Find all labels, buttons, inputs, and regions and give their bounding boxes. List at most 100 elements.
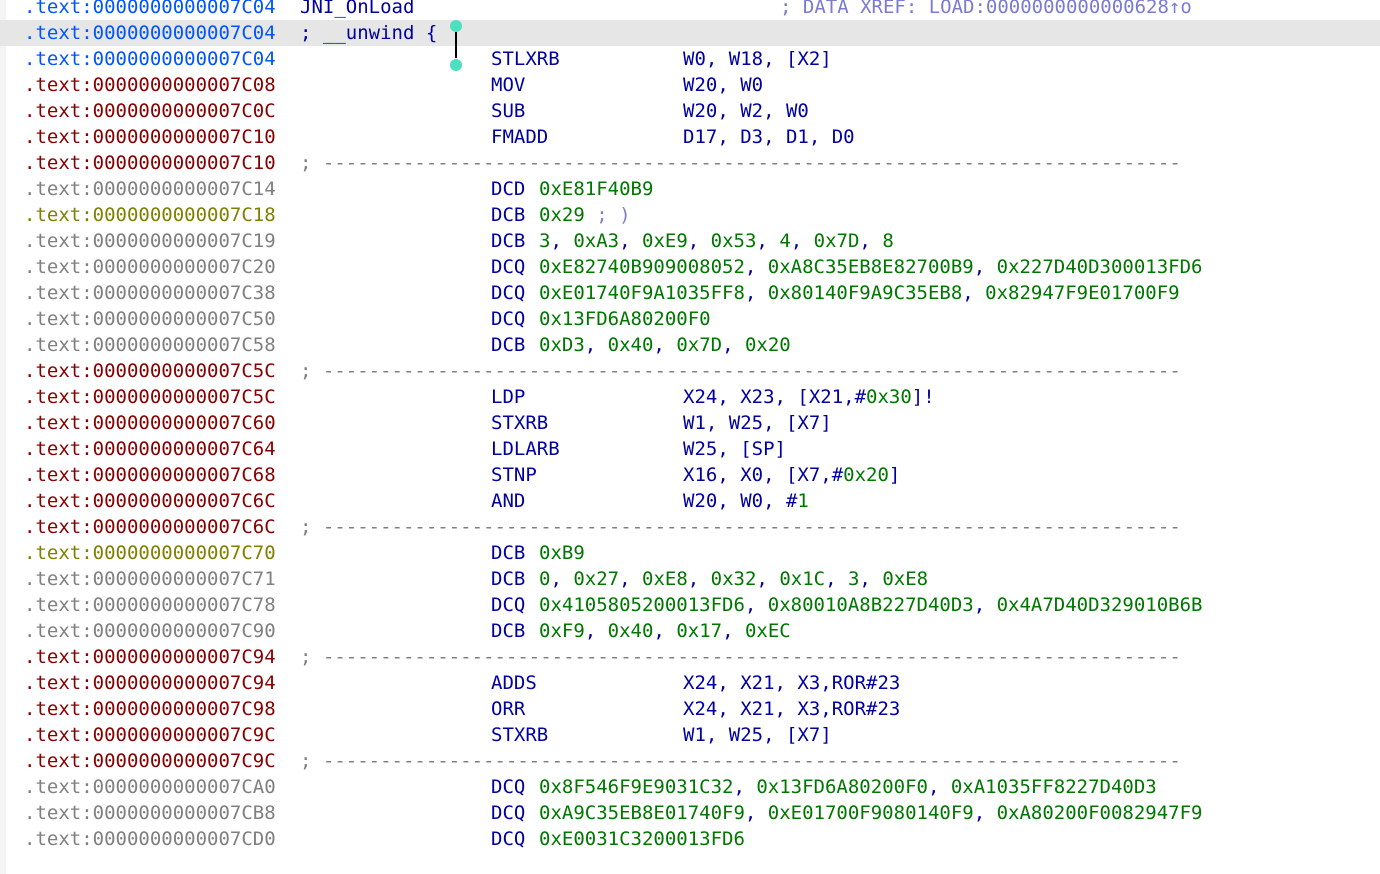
line-address[interactable]: .text:0000000000007C0C: [24, 98, 276, 124]
instruction-mnemonic[interactable]: STLXRB: [491, 46, 560, 72]
listing-line[interactable]: .text:0000000000007C60 STXRB W1, W25, [X7]: [0, 410, 1380, 436]
line-address[interactable]: .text:0000000000007C71: [24, 566, 276, 592]
listing-line[interactable]: .text:0000000000007C58 DCB 0xD3, 0x40, 0x7…: [0, 332, 1380, 358]
data-values[interactable]: 0x8F546F9E9031C32, 0x13FD6A80200F0, 0xA1…: [539, 774, 1157, 800]
listing-line[interactable]: .text:0000000000007C6C ; ----------------…: [0, 514, 1380, 540]
data-values[interactable]: 0x13FD6A80200F0: [539, 306, 711, 332]
line-address[interactable]: .text:0000000000007C78: [24, 592, 276, 618]
line-address[interactable]: .text:0000000000007C6C: [24, 514, 276, 540]
instruction-operands[interactable]: W20, W0, #1: [683, 488, 809, 514]
listing-line[interactable]: .text:0000000000007C78 DCQ 0x4105805200013…: [0, 592, 1380, 618]
line-address[interactable]: .text:0000000000007C98: [24, 696, 276, 722]
data-values[interactable]: 0xE82740B909008052, 0xA8C35EB8E82700B9, …: [539, 254, 1203, 280]
instruction-operands[interactable]: X24, X21, X3,ROR#23: [683, 670, 900, 696]
data-directive[interactable]: DCQ: [491, 826, 525, 852]
data-directive[interactable]: DCB: [491, 566, 525, 592]
listing-line[interactable]: .text:0000000000007C94 ADDS X24, X21, X3,R…: [0, 670, 1380, 696]
data-directive[interactable]: DCQ: [491, 306, 525, 332]
listing-line[interactable]: .text:0000000000007C9C STXRB W1, W25, [X7]: [0, 722, 1380, 748]
line-address[interactable]: .text:0000000000007C60: [24, 410, 276, 436]
line-address[interactable]: .text:0000000000007C94: [24, 644, 276, 670]
cursor-handle-top[interactable]: [450, 20, 462, 32]
instruction-operands[interactable]: W1, W25, [X7]: [683, 722, 832, 748]
listing-line[interactable]: .text:0000000000007C08 MOV W20, W0: [0, 72, 1380, 98]
instruction-operands[interactable]: W0, W18, [X2]: [683, 46, 832, 72]
data-values[interactable]: 0xB9: [539, 540, 585, 566]
listing-line[interactable]: .text:0000000000007CB8 DCQ 0xA9C35EB8E0174…: [0, 800, 1380, 826]
line-address[interactable]: .text:0000000000007C5C: [24, 384, 276, 410]
instruction-mnemonic[interactable]: LDP: [491, 384, 525, 410]
instruction-operands[interactable]: W25, [SP]: [683, 436, 786, 462]
data-directive[interactable]: DCQ: [491, 800, 525, 826]
listing-line[interactable]: .text:0000000000007C64 LDLARB W25, [SP]: [0, 436, 1380, 462]
listing-line[interactable]: .text:0000000000007C90 DCB 0xF9, 0x40, 0x1…: [0, 618, 1380, 644]
listing-line[interactable]: .text:0000000000007C5C LDP X24, X23, [X21,…: [0, 384, 1380, 410]
data-values[interactable]: 0x4105805200013FD6, 0x80010A8B227D40D3, …: [539, 592, 1203, 618]
data-directive[interactable]: DCQ: [491, 280, 525, 306]
data-directive[interactable]: DCB: [491, 228, 525, 254]
data-values[interactable]: 0xE01740F9A1035FF8, 0x80140F9A9C35EB8, 0…: [539, 280, 1180, 306]
listing-line[interactable]: .text:0000000000007C10 ; ----------------…: [0, 150, 1380, 176]
data-directive[interactable]: DCQ: [491, 254, 525, 280]
line-address[interactable]: .text:0000000000007C5C: [24, 358, 276, 384]
instruction-mnemonic[interactable]: ORR: [491, 696, 525, 722]
line-address[interactable]: .text:0000000000007C04: [24, 20, 276, 46]
cursor-handle-bottom[interactable]: [450, 59, 462, 71]
listing-line[interactable]: .text:0000000000007C98 ORR X24, X21, X3,RO…: [0, 696, 1380, 722]
disassembly-listing[interactable]: .text:0000000000007C04 JNI_OnLoad; DATA X…: [0, 0, 1380, 852]
listing-line[interactable]: .text:0000000000007C6C AND W20, W0, #1: [0, 488, 1380, 514]
data-values[interactable]: 0xE81F40B9: [539, 176, 653, 202]
instruction-mnemonic[interactable]: ADDS: [491, 670, 537, 696]
data-values[interactable]: 0x29 ; ): [539, 202, 631, 228]
instruction-operands[interactable]: X24, X21, X3,ROR#23: [683, 696, 900, 722]
listing-line[interactable]: .text:0000000000007C38 DCQ 0xE01740F9A1035…: [0, 280, 1380, 306]
listing-line[interactable]: .text:0000000000007C70 DCB 0xB9: [0, 540, 1380, 566]
instruction-operands[interactable]: X24, X23, [X21,#0x30]!: [683, 384, 935, 410]
data-values[interactable]: 0xD3, 0x40, 0x7D, 0x20: [539, 332, 791, 358]
line-address[interactable]: .text:0000000000007C94: [24, 670, 276, 696]
line-address[interactable]: .text:0000000000007C08: [24, 72, 276, 98]
data-values[interactable]: 0, 0x27, 0xE8, 0x32, 0x1C, 3, 0xE8: [539, 566, 928, 592]
data-values[interactable]: 0xF9, 0x40, 0x17, 0xEC: [539, 618, 791, 644]
xref-comment[interactable]: ; DATA XREF: LOAD:0000000000000628↑o: [780, 0, 1192, 20]
line-address[interactable]: .text:0000000000007CD0: [24, 826, 276, 852]
instruction-mnemonic[interactable]: STNP: [491, 462, 537, 488]
data-directive[interactable]: DCD: [491, 176, 525, 202]
data-directive[interactable]: DCB: [491, 202, 525, 228]
line-address[interactable]: .text:0000000000007C38: [24, 280, 276, 306]
data-directive[interactable]: DCB: [491, 332, 525, 358]
listing-line[interactable]: .text:0000000000007C68 STNP X16, X0, [X7,#…: [0, 462, 1380, 488]
line-address[interactable]: .text:0000000000007C64: [24, 436, 276, 462]
listing-line[interactable]: .text:0000000000007C0C SUB W20, W2, W0: [0, 98, 1380, 124]
listing-line[interactable]: .text:0000000000007C9C ; ----------------…: [0, 748, 1380, 774]
listing-line[interactable]: .text:0000000000007C19 DCB 3, 0xA3, 0xE9, …: [0, 228, 1380, 254]
line-address[interactable]: .text:0000000000007C9C: [24, 722, 276, 748]
listing-line[interactable]: .text:0000000000007C04 STLXRB W0, W18, [X2…: [0, 46, 1380, 72]
listing-line[interactable]: .text:0000000000007C04 JNI_OnLoad ; DATA X…: [0, 0, 1380, 20]
line-address[interactable]: .text:0000000000007C04: [24, 46, 276, 72]
instruction-mnemonic[interactable]: MOV: [491, 72, 525, 98]
listing-line[interactable]: .text:0000000000007C5C ; ----------------…: [0, 358, 1380, 384]
listing-line[interactable]: .text:0000000000007CA0 DCQ 0x8F546F9E9031C…: [0, 774, 1380, 800]
line-address[interactable]: .text:0000000000007C14: [24, 176, 276, 202]
instruction-operands[interactable]: D17, D3, D1, D0: [683, 124, 855, 150]
line-address[interactable]: .text:0000000000007C10: [24, 150, 276, 176]
data-directive[interactable]: DCB: [491, 618, 525, 644]
line-address[interactable]: .text:0000000000007C20: [24, 254, 276, 280]
data-values[interactable]: 0xA9C35EB8E01740F9, 0xE01700F9080140F9, …: [539, 800, 1203, 826]
listing-line[interactable]: .text:0000000000007C50 DCQ 0x13FD6A80200F0: [0, 306, 1380, 332]
listing-line[interactable]: .text:0000000000007C18 DCB 0x29 ; ): [0, 202, 1380, 228]
instruction-mnemonic[interactable]: LDLARB: [491, 436, 560, 462]
data-directive[interactable]: DCQ: [491, 592, 525, 618]
instruction-operands[interactable]: W20, W0: [683, 72, 763, 98]
data-directive[interactable]: DCQ: [491, 774, 525, 800]
instruction-mnemonic[interactable]: STXRB: [491, 410, 548, 436]
instruction-operands[interactable]: W1, W25, [X7]: [683, 410, 832, 436]
instruction-mnemonic[interactable]: FMADD: [491, 124, 548, 150]
listing-line[interactable]: .text:0000000000007C94 ; ----------------…: [0, 644, 1380, 670]
line-address[interactable]: .text:0000000000007C70: [24, 540, 276, 566]
listing-line[interactable]: .text:0000000000007C71 DCB 0, 0x27, 0xE8, …: [0, 566, 1380, 592]
line-address[interactable]: .text:0000000000007CA0: [24, 774, 276, 800]
line-address[interactable]: .text:0000000000007CB8: [24, 800, 276, 826]
line-address[interactable]: .text:0000000000007C19: [24, 228, 276, 254]
